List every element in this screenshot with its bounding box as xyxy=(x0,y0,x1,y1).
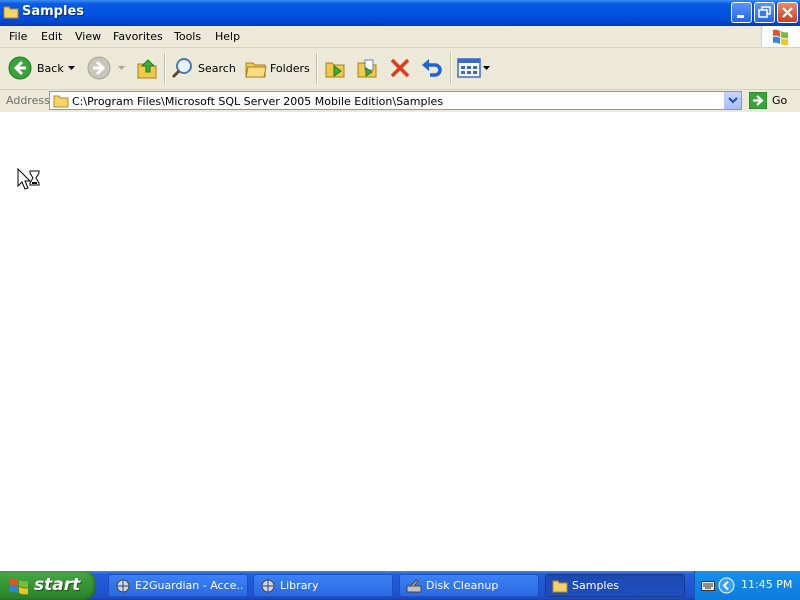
up-folder-button[interactable] xyxy=(134,48,160,89)
copy-to-icon xyxy=(357,59,377,78)
forward-button[interactable] xyxy=(84,48,126,89)
taskbar-item-library[interactable]: Library xyxy=(253,574,393,597)
menu-edit[interactable]: Edit xyxy=(41,30,62,43)
menu-view[interactable]: View xyxy=(75,30,101,43)
task-label: E2Guardian - Acce... xyxy=(135,579,243,592)
start-button[interactable]: start xyxy=(0,571,96,600)
address-dropdown-button[interactable] xyxy=(724,92,741,109)
address-bar: Address C:\Program Files\Microsoft SQL S… xyxy=(0,90,800,113)
folder-icon xyxy=(53,95,69,108)
delete-icon xyxy=(390,58,410,78)
delete-button[interactable] xyxy=(386,48,414,89)
views-button[interactable] xyxy=(455,48,491,89)
views-icon xyxy=(457,58,481,78)
folder-content-area[interactable] xyxy=(0,112,800,571)
busy-cursor-icon xyxy=(17,167,41,193)
start-label: start xyxy=(34,575,81,595)
address-path: C:\Program Files\Microsoft SQL Server 20… xyxy=(72,95,444,108)
taskbar-item-samples[interactable]: Samples xyxy=(545,574,685,597)
clock: 11:45 PM xyxy=(741,578,793,591)
folders-button[interactable]: Folders xyxy=(242,48,312,89)
folder-icon xyxy=(3,5,19,22)
move-to-button[interactable] xyxy=(322,48,350,89)
views-dropdown-icon xyxy=(483,66,490,70)
go-button[interactable]: Go xyxy=(746,91,798,110)
folder-icon xyxy=(552,580,568,593)
move-to-icon xyxy=(325,62,345,78)
windows-logo-icon xyxy=(761,26,800,47)
system-tray: 11:45 PM xyxy=(694,571,800,600)
title-bar[interactable]: Samples xyxy=(0,0,800,26)
taskbar-item-e2guardian[interactable]: E2Guardian - Acce... xyxy=(108,574,248,597)
undo-icon xyxy=(422,59,442,77)
taskbar-item-disk-cleanup[interactable]: Disk Cleanup xyxy=(399,574,539,597)
menu-file[interactable]: File xyxy=(9,30,27,43)
folders-label: Folders xyxy=(270,62,310,75)
menu-help[interactable]: Help xyxy=(215,30,240,43)
back-label: Back xyxy=(37,62,64,75)
undo-button[interactable] xyxy=(418,48,446,89)
forward-dropdown-icon xyxy=(118,66,125,70)
close-button[interactable] xyxy=(777,2,798,23)
restore-icon xyxy=(758,6,771,18)
back-dropdown-icon xyxy=(68,66,75,70)
task-label: Library xyxy=(280,579,319,592)
task-label: Samples xyxy=(572,579,619,592)
chevron-down-icon xyxy=(728,97,738,104)
search-icon xyxy=(171,58,192,79)
windows-flag-icon xyxy=(10,578,28,595)
go-arrow-icon xyxy=(749,92,767,109)
task-label: Disk Cleanup xyxy=(426,579,499,592)
keyboard-icon xyxy=(701,581,715,591)
menu-tools[interactable]: Tools xyxy=(174,30,201,43)
back-button[interactable]: Back xyxy=(4,48,80,89)
address-label: Address xyxy=(6,94,50,107)
toolbar: Back Search Folders xyxy=(0,48,800,90)
up-folder-icon xyxy=(137,59,157,79)
show-hidden-icons-button[interactable] xyxy=(718,577,735,594)
address-input[interactable]: C:\Program Files\Microsoft SQL Server 20… xyxy=(49,91,742,110)
minimize-icon xyxy=(737,15,744,18)
go-label: Go xyxy=(772,94,788,107)
menu-favorites[interactable]: Favorites xyxy=(113,30,163,43)
taskbar: start E2Guardian - Acce... Library Disk … xyxy=(0,571,800,600)
folders-icon xyxy=(245,62,267,78)
web-icon xyxy=(116,579,130,593)
window-title: Samples xyxy=(22,4,84,19)
minimize-button[interactable] xyxy=(731,2,752,23)
search-label: Search xyxy=(198,62,236,75)
back-arrow-icon xyxy=(8,56,32,80)
web-icon xyxy=(261,579,275,593)
menu-bar: File Edit View Favorites Tools Help xyxy=(0,26,800,48)
search-button[interactable]: Search xyxy=(168,48,238,89)
disk-cleanup-icon xyxy=(406,579,422,593)
restore-button[interactable] xyxy=(754,2,775,23)
close-icon xyxy=(782,7,793,18)
forward-arrow-icon xyxy=(87,56,111,80)
copy-to-button[interactable] xyxy=(354,48,382,89)
